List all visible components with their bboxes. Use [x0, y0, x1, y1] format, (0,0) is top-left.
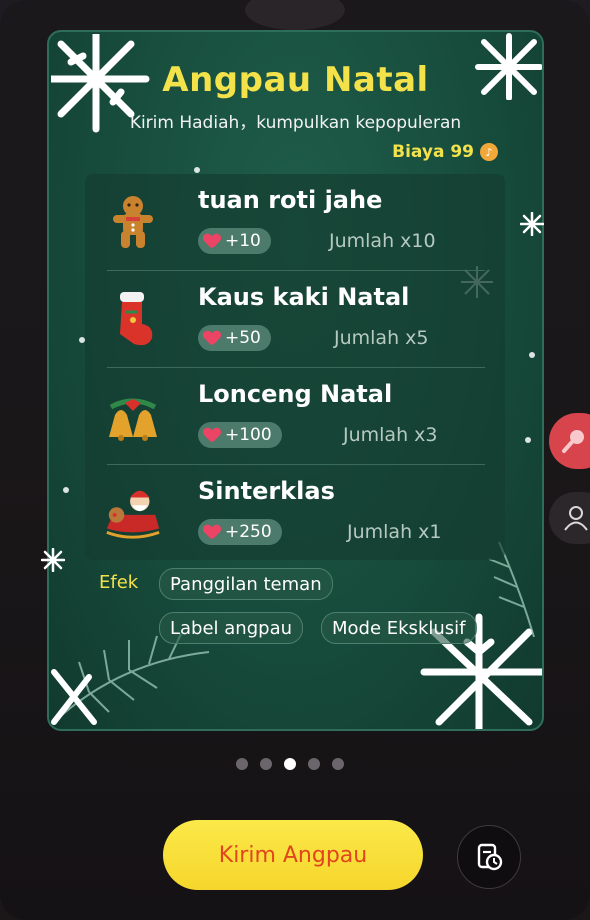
page-indicator	[236, 758, 344, 770]
item-quantity: Jumlah x1	[347, 521, 442, 543]
send-angpau-button[interactable]: Kirim Angpau	[163, 820, 423, 890]
card-subtitle: Kirim Hadiah，kumpulkan kepopuleran	[129, 113, 462, 133]
page-dot[interactable]	[236, 758, 248, 770]
card-title: Angpau Natal	[162, 60, 429, 100]
item-quantity: Jumlah x5	[334, 327, 429, 349]
list-item: Kaus kaki Natal +50 Jumlah x5	[85, 271, 505, 368]
cost-label: Biaya 99 ♪	[392, 142, 498, 162]
angpau-card[interactable]: Angpau Natal Kirim Hadiah，kumpulkan kepo…	[47, 30, 544, 731]
points-value: +50	[225, 328, 261, 348]
snowflake-icon	[41, 548, 65, 572]
item-name: Lonceng Natal	[198, 380, 393, 408]
item-quantity: Jumlah x10	[329, 230, 436, 252]
heart-icon	[204, 428, 220, 442]
points-value: +10	[225, 231, 261, 251]
cost-text: Biaya 99	[392, 142, 474, 162]
sparkle	[63, 487, 69, 493]
points-badge: +250	[198, 519, 282, 545]
history-button[interactable]	[457, 825, 521, 889]
heart-icon	[204, 234, 220, 248]
item-quantity: Jumlah x3	[343, 424, 438, 446]
music-coin-icon: ♪	[480, 143, 498, 161]
effect-chip-angpau-label: Label angpau	[159, 612, 304, 644]
points-value: +100	[225, 425, 272, 445]
sparkle	[194, 167, 200, 173]
list-item: tuan roti jahe +10 Jumlah x10	[85, 174, 505, 271]
gift-panel: Angpau Natal Kirim Hadiah，kumpulkan kepo…	[0, 0, 590, 920]
points-badge: +50	[198, 325, 271, 351]
points-value: +250	[225, 522, 272, 542]
microphone-button[interactable]	[549, 413, 590, 469]
user-icon	[564, 506, 588, 531]
snowflake-icon	[520, 212, 544, 236]
item-name: Sinterklas	[198, 477, 335, 505]
santa-sleigh-icon	[103, 483, 163, 543]
sparkle	[529, 352, 535, 358]
list-item: Sinterklas +250 Jumlah x1	[85, 465, 505, 562]
page-dot[interactable]	[260, 758, 272, 770]
item-name: Kaus kaki Natal	[198, 283, 410, 311]
heart-icon	[204, 525, 220, 539]
christmas-bell-icon	[103, 386, 163, 446]
heart-icon	[204, 331, 220, 345]
list-item: Lonceng Natal +100 Jumlah x3	[85, 368, 505, 465]
sparkle	[525, 437, 531, 443]
christmas-stocking-icon	[103, 289, 163, 349]
effect-chip-exclusive-mode: Mode Eksklusif	[321, 612, 477, 644]
points-badge: +100	[198, 422, 282, 448]
microphone-icon	[562, 430, 584, 453]
history-icon	[477, 843, 503, 871]
page-dot[interactable]	[332, 758, 344, 770]
effects-label: Efek	[99, 572, 139, 593]
page-dot-active[interactable]	[284, 758, 296, 770]
item-name: tuan roti jahe	[198, 186, 383, 214]
page-dot[interactable]	[308, 758, 320, 770]
user-button[interactable]	[549, 492, 590, 544]
effect-chip-friend-call: Panggilan teman	[159, 568, 333, 600]
gingerbread-man-icon	[103, 192, 163, 252]
reward-list: tuan roti jahe +10 Jumlah x10 Kaus kaki …	[85, 174, 505, 560]
points-badge: +10	[198, 228, 271, 254]
panel-handle	[245, 0, 345, 30]
